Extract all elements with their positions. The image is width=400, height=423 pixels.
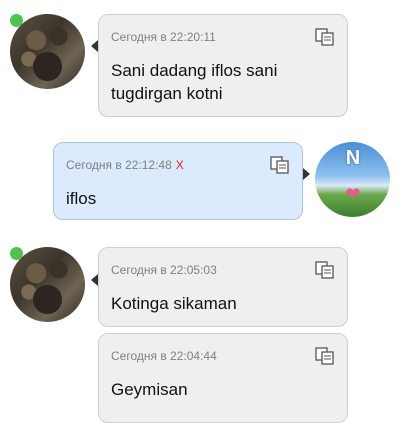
- bubble-tail: [91, 274, 98, 286]
- copy-icon[interactable]: [270, 156, 290, 174]
- message-timestamp: Сегодня в 22:04:44: [111, 349, 217, 363]
- message-text: Sani dadang iflos sani tugdirgan kotni: [111, 61, 278, 103]
- sender-avatar[interactable]: [10, 247, 85, 322]
- message-text: Geymisan: [111, 380, 188, 399]
- own-avatar[interactable]: N ❤: [315, 142, 390, 217]
- message-timestamp: Сегодня в 22:12:48 X: [66, 158, 184, 172]
- message-text: iflos: [66, 189, 97, 208]
- message-bubble[interactable]: Сегодня в 22:04:44 Geymisan: [98, 333, 348, 423]
- heart-icon: ❤: [345, 184, 361, 204]
- avatar-photo: [10, 247, 85, 322]
- online-indicator: [10, 14, 23, 27]
- message-timestamp: Сегодня в 22:05:03: [111, 263, 217, 277]
- message-bubble[interactable]: Сегодня в 22:20:11 Sani dadang iflos san…: [98, 14, 348, 117]
- copy-icon[interactable]: [315, 28, 335, 46]
- message-text: Kotinga sikaman: [111, 294, 237, 313]
- timestamp-text: Сегодня в 22:12:48: [66, 158, 172, 172]
- message-bubble[interactable]: Сегодня в 22:12:48 X iflos: [53, 142, 303, 220]
- message-timestamp: Сегодня в 22:20:11: [111, 30, 216, 44]
- logo-icon: N: [345, 147, 361, 169]
- bubble-tail: [91, 40, 98, 52]
- message-bubble[interactable]: Сегодня в 22:05:03 Kotinga sikaman: [98, 247, 348, 327]
- sender-avatar[interactable]: [10, 14, 85, 89]
- copy-icon[interactable]: [315, 347, 335, 365]
- bubble-tail: [303, 168, 310, 180]
- copy-icon[interactable]: [315, 261, 335, 279]
- avatar-photo: N ❤: [315, 142, 390, 217]
- error-mark: X: [175, 158, 184, 172]
- online-indicator: [10, 247, 23, 260]
- avatar-photo: [10, 14, 85, 89]
